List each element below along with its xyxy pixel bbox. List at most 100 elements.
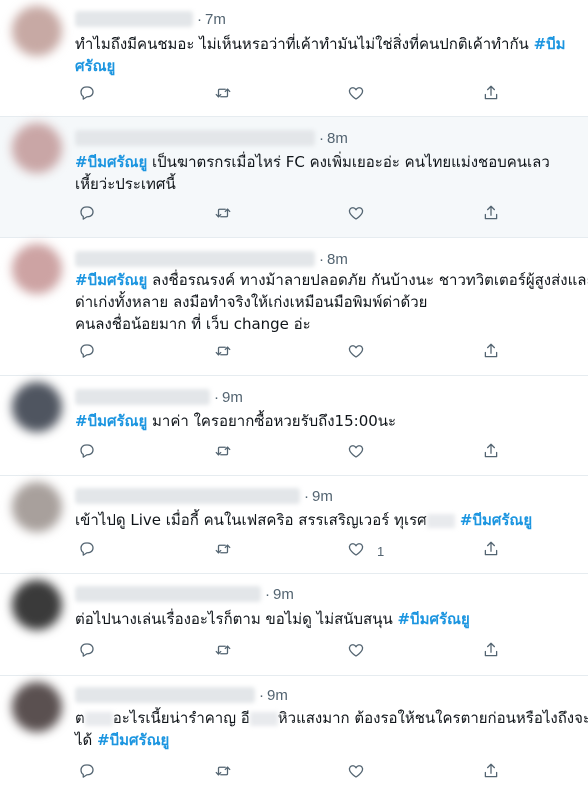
share-button[interactable] bbox=[482, 442, 500, 464]
like-button[interactable] bbox=[347, 762, 365, 784]
author-name-redacted[interactable] bbox=[75, 130, 315, 146]
retweet-button[interactable] bbox=[214, 641, 232, 663]
tweet-text: ต่อไปนางเล่นเรื่องอะไรก็ตาม ขอไม่ดู ไม่ส… bbox=[75, 608, 575, 630]
tweet[interactable]: · 7m ทำไมถึงมีคนชมอะ ไม่เห็นหรอว่าที่เค้… bbox=[0, 0, 588, 117]
like-button[interactable] bbox=[347, 204, 365, 226]
author-name-redacted[interactable] bbox=[75, 488, 300, 504]
share-button[interactable] bbox=[482, 641, 500, 663]
retweet-button[interactable] bbox=[214, 442, 232, 464]
author-name-redacted[interactable] bbox=[75, 251, 315, 267]
heart-icon bbox=[347, 762, 365, 785]
avatar[interactable] bbox=[12, 682, 62, 732]
tweet-text-line: เหี้ยว่ะประเทศนี้ bbox=[75, 173, 575, 195]
hashtag-link[interactable]: #บีมศรัณยู bbox=[75, 271, 147, 289]
hashtag-link[interactable]: #บีมศรัณยู bbox=[397, 610, 469, 628]
retweet-button[interactable] bbox=[214, 762, 232, 784]
hashtag-link[interactable]: #บีมศรัณยู bbox=[75, 412, 147, 430]
tweet-text-line: #บีมศรัณยู มาค่า ใครอยากซื้อหวยรับถึง15:… bbox=[75, 410, 575, 432]
tweet-time[interactable]: 8m bbox=[327, 130, 348, 147]
share-icon bbox=[482, 342, 500, 365]
retweet-button[interactable] bbox=[214, 84, 232, 106]
retweet-button[interactable] bbox=[214, 204, 232, 226]
tweet-time[interactable]: 9m bbox=[312, 488, 333, 505]
reply-button[interactable] bbox=[78, 84, 96, 106]
hashtag-link[interactable]: #บีม bbox=[534, 35, 566, 53]
tweet-actions bbox=[75, 762, 515, 784]
share-button[interactable] bbox=[482, 342, 500, 364]
reply-button[interactable] bbox=[78, 762, 96, 784]
tweet-text-segment: ด่าเก่งทั้งหลาย ลงมือทำจริงให้เก่งเหมือน… bbox=[75, 293, 428, 311]
hashtag-link[interactable]: #บีมศรัณยู bbox=[75, 153, 147, 171]
like-button[interactable] bbox=[347, 442, 365, 464]
tweet-text-segment: หิวแสงมาก ต้องรอให้ชนใครตายก่อนหรือไงถึง… bbox=[277, 709, 588, 727]
author-name-redacted[interactable] bbox=[75, 389, 210, 405]
retweet-button[interactable] bbox=[214, 342, 232, 364]
reply-button[interactable] bbox=[78, 641, 96, 663]
tweet-header: · 9m bbox=[75, 485, 333, 507]
retweet-icon bbox=[214, 762, 232, 785]
tweet-time[interactable]: 7m bbox=[205, 11, 226, 28]
share-button[interactable] bbox=[482, 540, 500, 562]
tweet-text-line: ได้ #บีมศรัณยู bbox=[75, 729, 575, 751]
tweet-time[interactable]: 9m bbox=[222, 389, 243, 406]
tweet-header: · 9m bbox=[75, 684, 288, 706]
tweet[interactable]: · 9m ต่อไปนางเล่นเรื่องอะไรก็ตาม ขอไม่ดู… bbox=[0, 574, 588, 676]
tweet-text-segment: เหี้ยว่ะประเทศนี้ bbox=[75, 175, 176, 193]
tweet[interactable]: · 9m เข้าไปดู Live เมื่อกี้ คนในเฟสคริอ … bbox=[0, 476, 588, 574]
tweet-text-segment: ต่อไปนางเล่นเรื่องอะไรก็ตาม ขอไม่ดู ไม่ส… bbox=[75, 610, 398, 628]
share-button[interactable] bbox=[482, 762, 500, 784]
redacted-text bbox=[84, 711, 113, 726]
hashtag-link[interactable]: ศรัณยู bbox=[75, 57, 115, 75]
retweet-icon bbox=[214, 540, 232, 563]
share-icon bbox=[482, 442, 500, 465]
like-button[interactable] bbox=[347, 641, 365, 663]
tweet[interactable]: · 9m #บีมศรัณยู มาค่า ใครอยากซื้อหวยรับถ… bbox=[0, 376, 588, 476]
reply-button[interactable] bbox=[78, 204, 96, 226]
reply-button[interactable] bbox=[78, 442, 96, 464]
avatar[interactable] bbox=[12, 6, 62, 56]
share-icon bbox=[482, 540, 500, 563]
heart-icon bbox=[347, 442, 365, 465]
avatar[interactable] bbox=[12, 482, 62, 532]
tweet-text: ทำไมถึงมีคนชมอะ ไม่เห็นหรอว่าที่เค้าทำมั… bbox=[75, 33, 575, 77]
share-icon bbox=[482, 762, 500, 785]
reply-icon bbox=[78, 762, 96, 785]
avatar[interactable] bbox=[12, 580, 62, 630]
tweet-actions bbox=[75, 442, 515, 464]
tweet-text-line: ต่อไปนางเล่นเรื่องอะไรก็ตาม ขอไม่ดู ไม่ส… bbox=[75, 608, 575, 630]
like-button[interactable] bbox=[347, 84, 365, 106]
author-name-redacted[interactable] bbox=[75, 11, 193, 27]
tweet-header: · 9m bbox=[75, 386, 243, 408]
avatar[interactable] bbox=[12, 382, 62, 432]
like-button[interactable]: 1 bbox=[347, 540, 384, 562]
tweet[interactable]: · 8m #บีมศรัณยู เป็นฆาตรกรเมื่อไหร่ FC ค… bbox=[0, 117, 588, 238]
retweet-icon bbox=[214, 641, 232, 664]
heart-icon bbox=[347, 84, 365, 107]
reply-button[interactable] bbox=[78, 540, 96, 562]
retweet-icon bbox=[214, 84, 232, 107]
avatar[interactable] bbox=[12, 123, 62, 173]
tweet-text-line: ต อะไรเนี้ยน่ารำคาญ อี หิวแสงมาก ต้องรอให้… bbox=[75, 707, 588, 729]
tweet[interactable]: · 9m ต อะไรเนี้ยน่ารำคาญ อี หิวแสงมาก ต้อง… bbox=[0, 676, 588, 778]
author-name-redacted[interactable] bbox=[75, 586, 261, 602]
retweet-button[interactable] bbox=[214, 540, 232, 562]
like-button[interactable] bbox=[347, 342, 365, 364]
avatar[interactable] bbox=[12, 244, 62, 294]
tweet-time[interactable]: 8m bbox=[327, 251, 348, 268]
tweet-time[interactable]: 9m bbox=[273, 586, 294, 603]
retweet-icon bbox=[214, 204, 232, 227]
share-button[interactable] bbox=[482, 204, 500, 226]
reply-icon bbox=[78, 204, 96, 227]
tweet-text: #บีมศรัณยู มาค่า ใครอยากซื้อหวยรับถึง15:… bbox=[75, 410, 575, 432]
tweet-actions: 1 bbox=[75, 540, 515, 562]
reply-icon bbox=[78, 540, 96, 563]
hashtag-link[interactable]: #บีมศรัณยู bbox=[455, 511, 532, 529]
reply-button[interactable] bbox=[78, 342, 96, 364]
tweet-time[interactable]: 9m bbox=[267, 687, 288, 704]
hashtag-link[interactable]: #บีมศรัณยู bbox=[97, 731, 169, 749]
tweet-text-line: เข้าไปดู Live เมื่อกี้ คนในเฟสคริอ สรรเส… bbox=[75, 509, 575, 531]
reply-icon bbox=[78, 442, 96, 465]
tweet[interactable]: · 8m #บีมศรัณยู ลงชื่อรณรงค์ ทางม้าลายปล… bbox=[0, 238, 588, 376]
share-button[interactable] bbox=[482, 84, 500, 106]
author-name-redacted[interactable] bbox=[75, 687, 255, 703]
